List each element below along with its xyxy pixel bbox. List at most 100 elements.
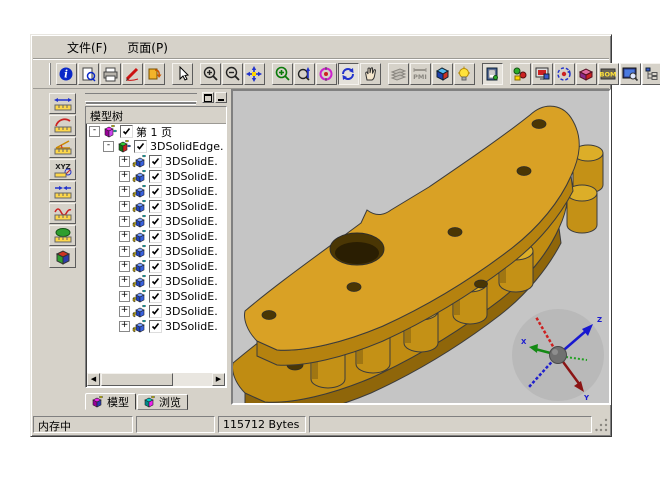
scroll-right-button[interactable]: ▶ [212,373,225,386]
tree-view-button[interactable] [642,63,660,85]
visibility-checkbox[interactable] [120,125,133,138]
measure-coordinate-button[interactable]: XYZ [49,159,76,180]
zoom-dynamic-button[interactable] [294,63,315,85]
tree-row-part[interactable]: + 3DSolidE. [87,199,225,214]
pan-button[interactable] [244,63,265,85]
expand-toggle[interactable]: + [119,156,130,167]
tab-model[interactable]: 模型 [85,393,136,410]
cube-3d-button[interactable] [432,63,453,85]
collapse-toggle[interactable]: - [89,126,100,137]
collapse-toggle[interactable]: - [103,141,114,152]
expand-toggle[interactable]: + [119,291,130,302]
visibility-checkbox[interactable] [149,155,162,168]
select-button[interactable] [172,63,193,85]
expand-toggle[interactable]: + [119,246,130,257]
tab-browse[interactable]: 浏览 [137,394,188,410]
measure-coordinate-icon: XYZ [53,161,73,178]
measure-area-button[interactable] [49,225,76,246]
tree-row-part[interactable]: + 3DSolidE. [87,259,225,274]
expand-toggle[interactable]: + [119,171,130,182]
scroll-left-button[interactable]: ◀ [87,373,100,386]
tree-row-part[interactable]: + 3DSolidE. [87,319,225,334]
visibility-checkbox[interactable] [149,185,162,198]
panel-hide-button[interactable] [215,92,227,103]
hand-pan-button[interactable] [360,63,381,85]
axis-x-label: X [521,338,527,346]
tree-row-part[interactable]: + 3DSolidE. [87,274,225,289]
panel-restore-button[interactable] [202,92,214,103]
tree-row-part[interactable]: + 3DSolidE. [87,289,225,304]
visibility-checkbox[interactable] [149,260,162,273]
viewport-3d[interactable]: Z Y X [231,89,611,405]
visibility-checkbox[interactable] [149,320,162,333]
measure-curve-button[interactable] [49,203,76,224]
visibility-checkbox[interactable] [134,140,147,153]
panel-drag-grip[interactable] [85,93,197,102]
visibility-checkbox[interactable] [149,290,162,303]
visibility-checkbox[interactable] [149,230,162,243]
info-button[interactable]: i [56,63,77,85]
visibility-checkbox[interactable] [149,275,162,288]
assembly-button[interactable] [510,63,531,85]
browse-tab-icon [142,396,156,408]
expand-toggle[interactable]: + [119,321,130,332]
rotate-button[interactable] [338,63,359,85]
expand-toggle[interactable]: + [119,186,130,197]
tree-row-page[interactable]: - 第 1 页 [87,124,225,139]
zoom-window-icon [274,66,291,82]
part-node-icon [132,215,147,228]
measure-length-button[interactable] [49,93,76,114]
main-area: XYZ 模型树 - 第 1 页 [33,89,609,412]
tree-row-part[interactable]: + 3DSolidE. [87,154,225,169]
visibility-checkbox[interactable] [149,170,162,183]
tree-row-part[interactable]: + 3DSolidE. [87,244,225,259]
visibility-checkbox[interactable] [149,200,162,213]
expand-toggle[interactable]: + [119,216,130,227]
scroll-thumb[interactable] [101,373,173,386]
measure-distance-button[interactable] [49,181,76,202]
expand-toggle[interactable]: + [119,231,130,242]
toolbar-grip[interactable] [49,63,51,85]
tree-row-part[interactable]: + 3DSolidE. [87,169,225,184]
measure-angle-button[interactable] [49,137,76,158]
light-button[interactable] [454,63,475,85]
annotate-button[interactable] [122,63,143,85]
resize-grip[interactable] [595,416,609,433]
expand-toggle[interactable]: + [119,261,130,272]
tree-row-part[interactable]: + 3DSolidE. [87,214,225,229]
menu-page[interactable]: 页面(P) [119,37,176,58]
rotate-center-button[interactable] [316,63,337,85]
menu-file[interactable]: 文件(F) [59,37,115,58]
print-button[interactable] [100,63,121,85]
tree-node-label: 3DSolidE. [165,155,218,168]
visibility-checkbox[interactable] [149,305,162,318]
measure-volume-button[interactable] [49,247,76,268]
print-preview-button[interactable] [78,63,99,85]
annotate-pen-icon [124,66,141,82]
rotate-icon [340,66,357,82]
tree-row-part[interactable]: + 3DSolidE. [87,304,225,319]
notebook-button[interactable] [482,63,503,85]
tree-rows: - 第 1 页 - 3DSolidEdge. + 3DSolidE. [87,124,225,373]
zoom-window-button[interactable] [272,63,293,85]
visibility-checkbox[interactable] [149,215,162,228]
tree-row-part[interactable]: + 3DSolidE. [87,184,225,199]
orbit-button[interactable] [554,63,575,85]
box-3d-button[interactable] [576,63,597,85]
zoom-in-button[interactable] [200,63,221,85]
print-preview-icon [80,66,97,82]
tree-row-assembly[interactable]: - 3DSolidEdge. [87,139,225,154]
tree-row-part[interactable]: + 3DSolidE. [87,229,225,244]
render-screen-button[interactable] [532,63,553,85]
measure-radius-button[interactable] [49,115,76,136]
screen-preview-button[interactable] [620,63,641,85]
export-button[interactable] [144,63,165,85]
hand-icon [362,66,379,82]
expand-toggle[interactable]: + [119,276,130,287]
expand-toggle[interactable]: + [119,306,130,317]
visibility-checkbox[interactable] [149,245,162,258]
part-node-icon [132,230,147,243]
expand-toggle[interactable]: + [119,201,130,212]
zoom-out-button[interactable] [222,63,243,85]
bom-button[interactable]: BOM [598,63,619,85]
